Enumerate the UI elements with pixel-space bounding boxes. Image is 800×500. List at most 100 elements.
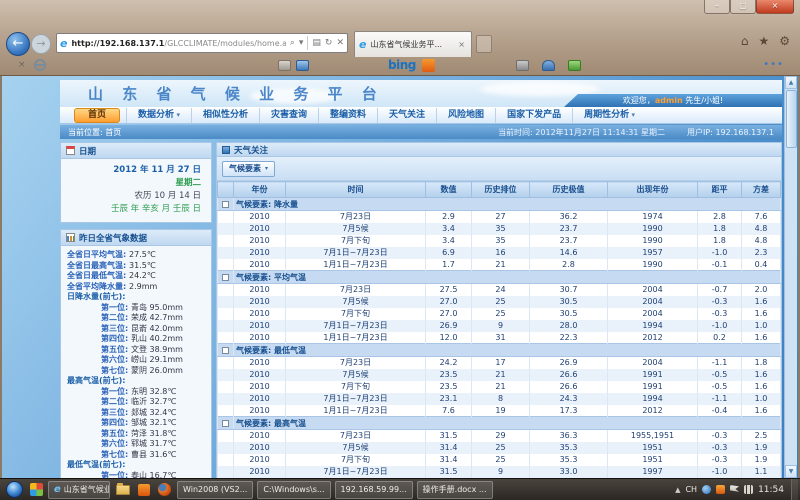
- table-row[interactable]: 20107月下旬31.42535.31951-0.31.9: [218, 454, 781, 466]
- table-cell: 2010: [234, 442, 286, 454]
- network-icon[interactable]: [744, 485, 753, 494]
- group-checkbox[interactable]: [222, 274, 229, 281]
- stat-section-heading: 最高气温(前七):: [67, 376, 207, 387]
- table-cell: 1.6: [742, 369, 781, 381]
- table-cell: 1.0: [742, 393, 781, 405]
- page-icon[interactable]: ▤: [312, 38, 321, 48]
- app-tray-icon[interactable]: [716, 485, 725, 494]
- scrollbar-thumb[interactable]: [786, 90, 797, 148]
- umbrella-addon-icon[interactable]: [542, 60, 555, 71]
- browser-tab[interactable]: e 山东省气候业务平... ×: [354, 31, 472, 57]
- toolbar-close-icon[interactable]: ×: [18, 60, 26, 70]
- orange-addon-icon[interactable]: [422, 59, 435, 72]
- nav-item[interactable]: 国家下发产品: [495, 108, 572, 123]
- stats-body: 全省日平均气温: 27.5℃全省日最高气温: 31.5℃全省日最低气温: 24.…: [61, 246, 211, 478]
- table-row[interactable]: 20107月1日~7月23日26.9928.01994-1.01.0: [218, 320, 781, 332]
- table-row[interactable]: 20107月5候27.02530.52004-0.31.6: [218, 296, 781, 308]
- table-row[interactable]: 20101月1日~7月23日7.61917.32012-0.41.6: [218, 405, 781, 417]
- back-button[interactable]: ←: [6, 32, 30, 56]
- table-row[interactable]: 20107月下旬23.52126.61991-0.51.6: [218, 381, 781, 393]
- table-row[interactable]: 20107月1日~7月23日6.91614.61957-1.02.3: [218, 247, 781, 259]
- taskbar-clock[interactable]: 11:54: [758, 485, 784, 495]
- more-options-icon[interactable]: •••: [763, 59, 784, 70]
- table-row[interactable]: 20107月23日2.92736.219742.87.6: [218, 211, 781, 223]
- quick-launch-icon[interactable]: [30, 483, 43, 496]
- scroll-up-icon[interactable]: ▲: [785, 76, 797, 89]
- table-cell: 2004: [608, 296, 698, 308]
- climate-element-button[interactable]: 气候要素 ▾: [222, 161, 275, 177]
- start-button[interactable]: [6, 481, 23, 498]
- search-dropdown-icon[interactable]: ▾: [299, 38, 304, 48]
- vertical-scrollbar[interactable]: ▲ ▼: [784, 76, 797, 478]
- favorites-star-icon[interactable]: ★: [758, 34, 769, 48]
- tray-expand-icon[interactable]: ▲: [675, 486, 680, 494]
- search-icon[interactable]: ⌕: [290, 38, 295, 48]
- explorer-icon[interactable]: [116, 485, 130, 495]
- rank-value: 临沂 32.7℃: [131, 397, 176, 406]
- forward-button[interactable]: →: [31, 34, 51, 54]
- taskbar-window-button[interactable]: C:\Windows\s...: [257, 481, 330, 499]
- table-cell: 9: [472, 466, 530, 478]
- table-row[interactable]: 20107月1日~7月23日23.1824.31994-1.11.0: [218, 393, 781, 405]
- table-row[interactable]: 20107月5候23.52126.61991-0.51.6: [218, 369, 781, 381]
- table-cell: 36.3: [530, 430, 608, 442]
- bing-logo[interactable]: bing: [388, 58, 416, 72]
- table-row[interactable]: 20107月1日~7月23日31.5933.01997-1.01.1: [218, 466, 781, 478]
- table-row[interactable]: 20101月1日~7月23日12.03122.320120.21.6: [218, 332, 781, 344]
- puzzle-addon-icon[interactable]: [568, 60, 581, 71]
- table-row[interactable]: 20107月23日24.21726.92004-1.11.8: [218, 357, 781, 369]
- refresh-icon[interactable]: ↻: [325, 38, 333, 48]
- group-checkbox[interactable]: [222, 420, 229, 427]
- table-row[interactable]: 20107月5候3.43523.719901.84.8: [218, 223, 781, 235]
- table-row[interactable]: 20101月1日~7月23日1.7212.81990-0.10.4: [218, 259, 781, 271]
- camera-addon-icon[interactable]: [516, 60, 529, 71]
- group-checkbox[interactable]: [222, 347, 229, 354]
- new-tab-button[interactable]: [476, 35, 492, 53]
- nav-item[interactable]: 首页: [74, 108, 120, 123]
- action-center-flag-icon[interactable]: [730, 485, 739, 494]
- addon-icon-1[interactable]: [278, 60, 291, 71]
- update-tray-icon[interactable]: [702, 485, 711, 494]
- maximize-button[interactable]: ▢: [730, 0, 756, 14]
- nav-item-label: 灾害查询: [271, 110, 307, 120]
- home-icon[interactable]: ⌂: [741, 34, 749, 48]
- addon-icon-2[interactable]: [296, 60, 309, 71]
- nav-item[interactable]: 天气关注: [377, 108, 436, 123]
- tools-gear-icon[interactable]: ⚙: [779, 34, 790, 48]
- scroll-down-icon[interactable]: ▼: [785, 465, 797, 478]
- table-row[interactable]: 20107月23日31.52936.31955,1951-0.32.5: [218, 430, 781, 442]
- firefox-icon[interactable]: [158, 483, 171, 496]
- nav-item[interactable]: 周期性分析 ▾: [572, 108, 646, 123]
- table-row[interactable]: 20107月下旬27.02530.52004-0.31.6: [218, 308, 781, 320]
- show-desktop-button[interactable]: [791, 479, 798, 500]
- taskbar-ie-button[interactable]: e 山东省气候业...: [48, 481, 110, 499]
- taskbar-window-button[interactable]: 192.168.59.99...: [335, 481, 413, 499]
- rank-label: 第四位:: [101, 418, 131, 427]
- table-cell: 35.3: [530, 442, 608, 454]
- table-cell: 23.7: [530, 235, 608, 247]
- taskbar-window-button[interactable]: 操作手册.docx ...: [417, 481, 493, 499]
- sidebar: 日期 2012 年 11 月 27 日 星期二 农历 10 月 14 日 壬辰 …: [60, 142, 212, 478]
- table-cell: 1955,1951: [608, 430, 698, 442]
- nav-item[interactable]: 整编资料: [318, 108, 377, 123]
- nav-item[interactable]: 相似性分析: [191, 108, 259, 123]
- nav-item[interactable]: 灾害查询: [259, 108, 318, 123]
- address-bar[interactable]: e http://192.168.137.1/GLCCLIMATE/module…: [56, 33, 348, 53]
- table-row[interactable]: 20107月23日27.52430.72004-0.72.0: [218, 284, 781, 296]
- taskbar-window-button[interactable]: Win2008 (VS2...: [177, 481, 253, 499]
- group-checkbox[interactable]: [222, 201, 229, 208]
- tab-close-icon[interactable]: ×: [456, 40, 467, 49]
- stop-icon[interactable]: ✕: [336, 38, 344, 48]
- close-button[interactable]: ×: [756, 0, 794, 14]
- table-row[interactable]: 20107月5候31.42535.31951-0.31.9: [218, 442, 781, 454]
- pinned-app-icon[interactable]: [138, 484, 150, 496]
- stat-label: 全省日最低气温:: [67, 271, 129, 280]
- nav-item[interactable]: 风险地图: [436, 108, 495, 123]
- row-lead-cell: [218, 381, 234, 393]
- blocked-icon[interactable]: [34, 59, 46, 71]
- language-indicator[interactable]: CH: [685, 485, 697, 494]
- minimize-button[interactable]: –: [704, 0, 730, 14]
- table-row[interactable]: 20107月下旬3.43523.719901.84.8: [218, 235, 781, 247]
- nav-item[interactable]: 数据分析 ▾: [126, 108, 191, 123]
- stats-panel-title: 昨日全省气象数据: [79, 232, 147, 244]
